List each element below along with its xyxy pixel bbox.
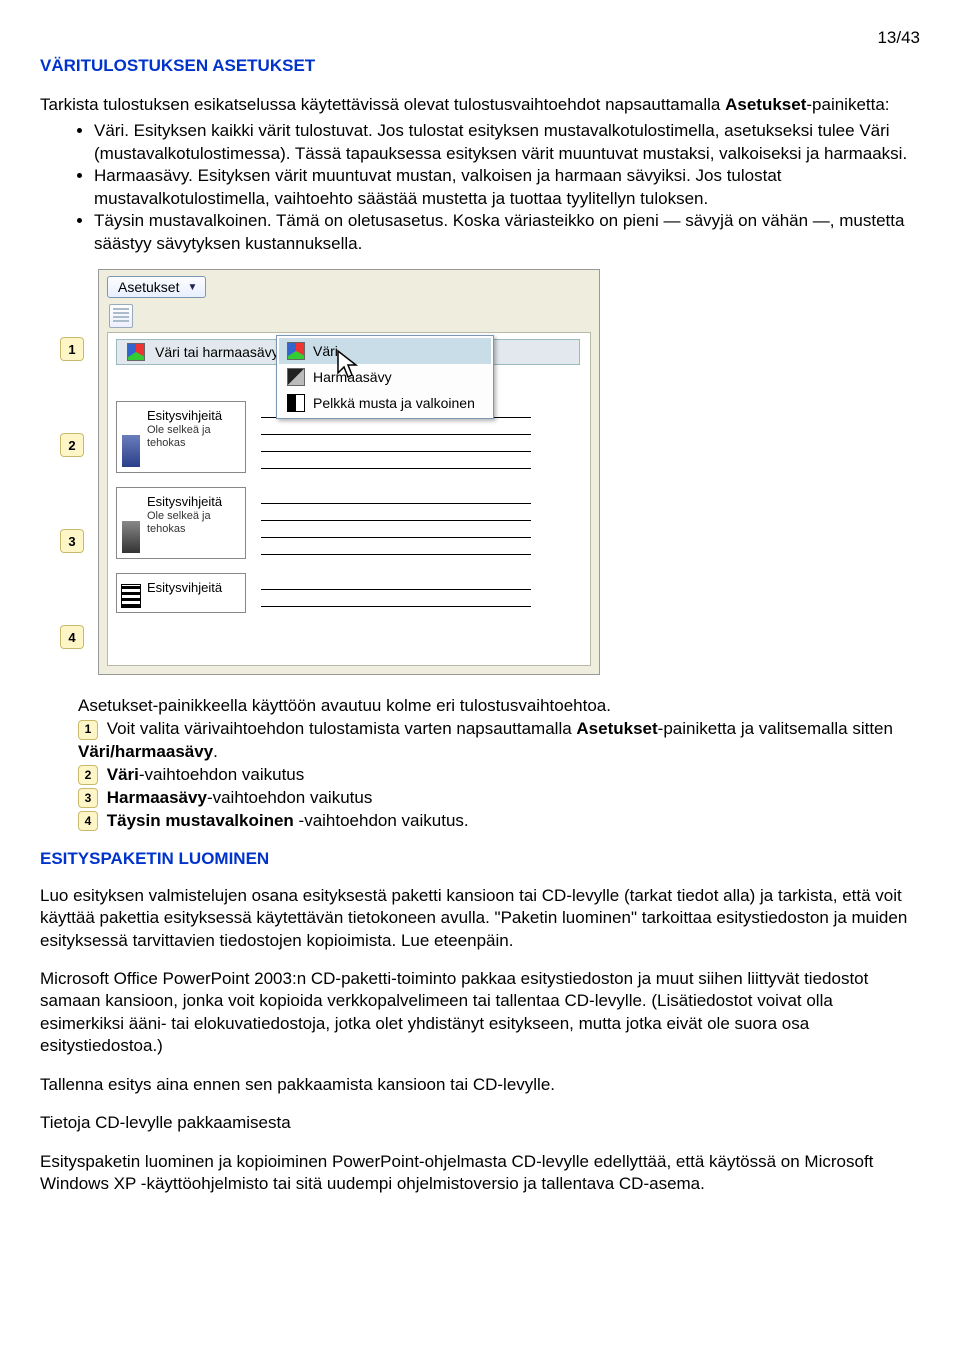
heading-color-printing: VÄRITULOSTUKSEN ASETUKSET: [40, 56, 920, 76]
list-item: Väri. Esityksen kaikki värit tulostuvat.…: [94, 120, 920, 165]
heading-package: ESITYSPAKETIN LUOMINEN: [40, 849, 920, 869]
badge-2: 2: [78, 765, 98, 785]
cursor-icon: [336, 349, 364, 381]
package-para-5: Esityspaketin luominen ja kopioiminen Po…: [40, 1151, 920, 1196]
package-para-4: Tietoja CD-levylle pakkaamisesta: [40, 1112, 920, 1134]
options-list: Väri. Esityksen kaikki värit tulostuvat.…: [40, 120, 920, 255]
thumbnail-color: Esitysvihjeitä Ole selkeä ja tehokas: [116, 401, 246, 473]
submenu-item-color[interactable]: Väri: [279, 338, 491, 364]
callout-2: 2: [60, 433, 84, 457]
submenu-item-grayscale[interactable]: Harmaasävy: [279, 364, 491, 390]
package-para-1: Luo esityksen valmistelujen osana esityk…: [40, 885, 920, 952]
badge-1: 1: [78, 720, 98, 740]
color-submenu: Väri Harmaasävy Pelkkä musta ja valkoine…: [276, 335, 494, 419]
chevron-down-icon: ▼: [187, 282, 197, 293]
color-swatch-icon: [287, 342, 305, 360]
package-para-2: Microsoft Office PowerPoint 2003:n CD-pa…: [40, 968, 920, 1058]
callout-4: 4: [60, 625, 84, 649]
screenshot-figure: 1 2 3 4 Asetukset ▼ Väri tai harmaasävy: [98, 269, 920, 675]
bw-swatch-icon: [287, 394, 305, 412]
intro-paragraph: Tarkista tulostuksen esikatselussa käyte…: [40, 94, 920, 116]
callout-3: 3: [60, 529, 84, 553]
badge-3: 3: [78, 788, 98, 808]
settings-dropdown-button[interactable]: Asetukset ▼: [107, 276, 206, 298]
document-icon: [109, 304, 133, 328]
submenu-item-bw[interactable]: Pelkkä musta ja valkoinen: [279, 390, 491, 416]
page-number: 13/43: [40, 28, 920, 48]
list-item: Harmaasävy. Esityksen värit muuntuvat mu…: [94, 165, 920, 210]
list-item: Täysin mustavalkoinen. Tämä on oletusase…: [94, 210, 920, 255]
thumbnail-grayscale: Esitysvihjeitä Ole selkeä ja tehokas: [116, 487, 246, 559]
badge-4: 4: [78, 811, 98, 831]
thumbnail-bw: Esitysvihjeitä: [116, 573, 246, 613]
callout-1: 1: [60, 337, 84, 361]
color-swatch-icon: [127, 343, 145, 361]
package-para-3: Tallenna esitys aina ennen sen pakkaamis…: [40, 1074, 920, 1096]
grayscale-swatch-icon: [287, 368, 305, 386]
explanation-block: Asetukset-painikkeella käyttöön avautuu …: [78, 695, 920, 833]
